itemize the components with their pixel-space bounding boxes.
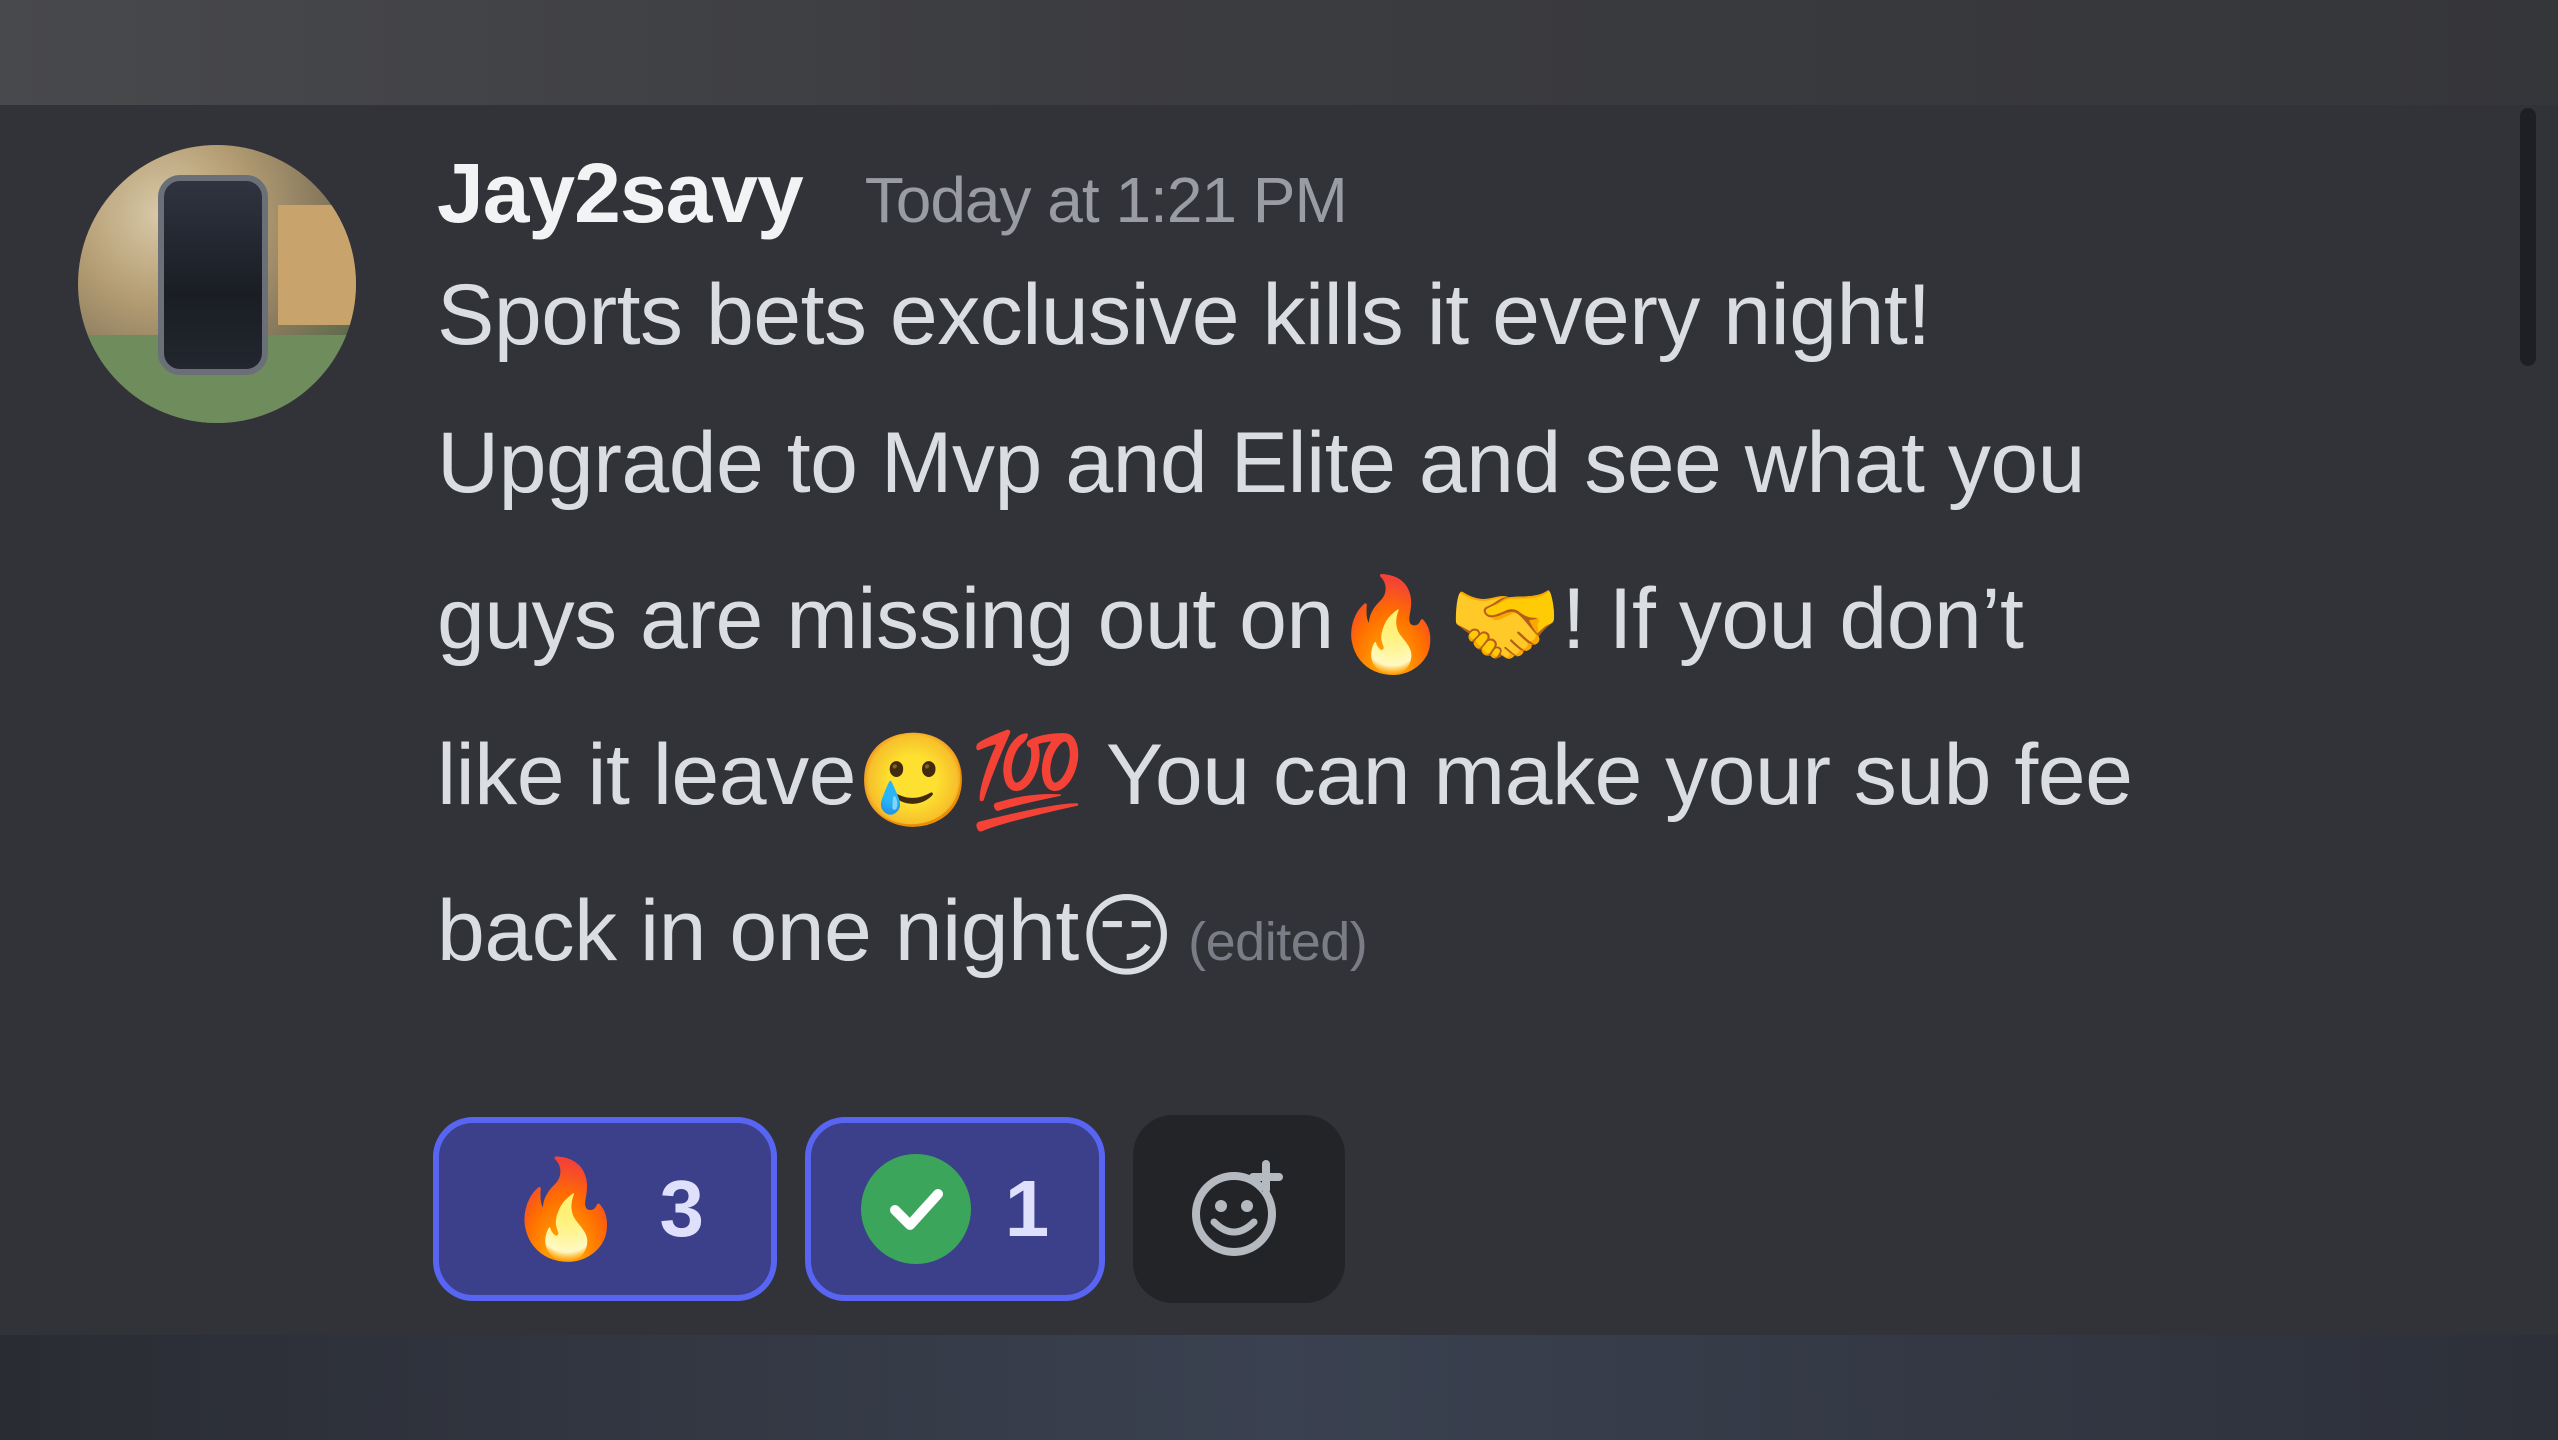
message-text: You can make your sub fee xyxy=(1084,727,2133,823)
discord-screenshot: Jay2savy Today at 1:21 PM Sports bets ex… xyxy=(0,0,2558,1440)
message-content: Sports bets exclusive kills it every nig… xyxy=(437,267,2507,1009)
message-text: guys are missing out on xyxy=(437,571,1334,667)
fire-emoji: 🔥 xyxy=(1333,571,1449,678)
hundred-points-emoji: 💯 xyxy=(970,727,1085,834)
bottom-bar xyxy=(0,1335,2558,1440)
fire-icon: 🔥 xyxy=(505,1153,626,1265)
avatar-background xyxy=(278,205,356,325)
reaction-fire-button[interactable]: 🔥 3 xyxy=(433,1117,777,1301)
avatar-phone xyxy=(158,175,268,375)
message-text: like it leave xyxy=(437,727,856,823)
timestamp: Today at 1:21 PM xyxy=(864,164,1348,236)
reaction-count: 3 xyxy=(659,1164,705,1253)
message-line-1: Sports bets exclusive kills it every nig… xyxy=(437,267,1931,363)
reactions-bar: 🔥 3 1 xyxy=(433,1115,1345,1303)
reaction-check-button[interactable]: 1 xyxy=(805,1117,1105,1301)
message-text: ! If you don’t xyxy=(1561,571,2024,667)
reaction-count: 1 xyxy=(1004,1164,1050,1253)
avatar[interactable] xyxy=(78,145,356,423)
smiling-tear-emoji: 🥲 xyxy=(855,727,971,834)
check-mark-icon xyxy=(889,1189,943,1230)
handshake-emoji: 🤝 xyxy=(1447,571,1563,678)
scrollbar-thumb[interactable] xyxy=(2520,108,2536,366)
username[interactable]: Jay2savy xyxy=(437,145,804,242)
verified-check-icon xyxy=(860,1154,971,1264)
edited-label: (edited) xyxy=(1188,912,1368,972)
message-line-5: back in one night😏 (edited) xyxy=(437,853,2507,1009)
message-text: back in one night xyxy=(437,883,1079,979)
message-line-4: like it leave🥲💯 You can make your sub fe… xyxy=(437,697,2507,853)
message-line-2: Upgrade to Mvp and Elite and see what yo… xyxy=(437,415,2085,511)
top-bar xyxy=(0,0,2558,105)
message-line-3: guys are missing out on🔥🤝! If you don’t xyxy=(437,541,2507,697)
add-reaction-icon xyxy=(1192,1160,1283,1256)
add-reaction-button[interactable] xyxy=(1133,1115,1345,1303)
chat-message: Jay2savy Today at 1:21 PM Sports bets ex… xyxy=(0,105,2500,1325)
smirk-emoji: 😏 xyxy=(1078,883,1175,990)
